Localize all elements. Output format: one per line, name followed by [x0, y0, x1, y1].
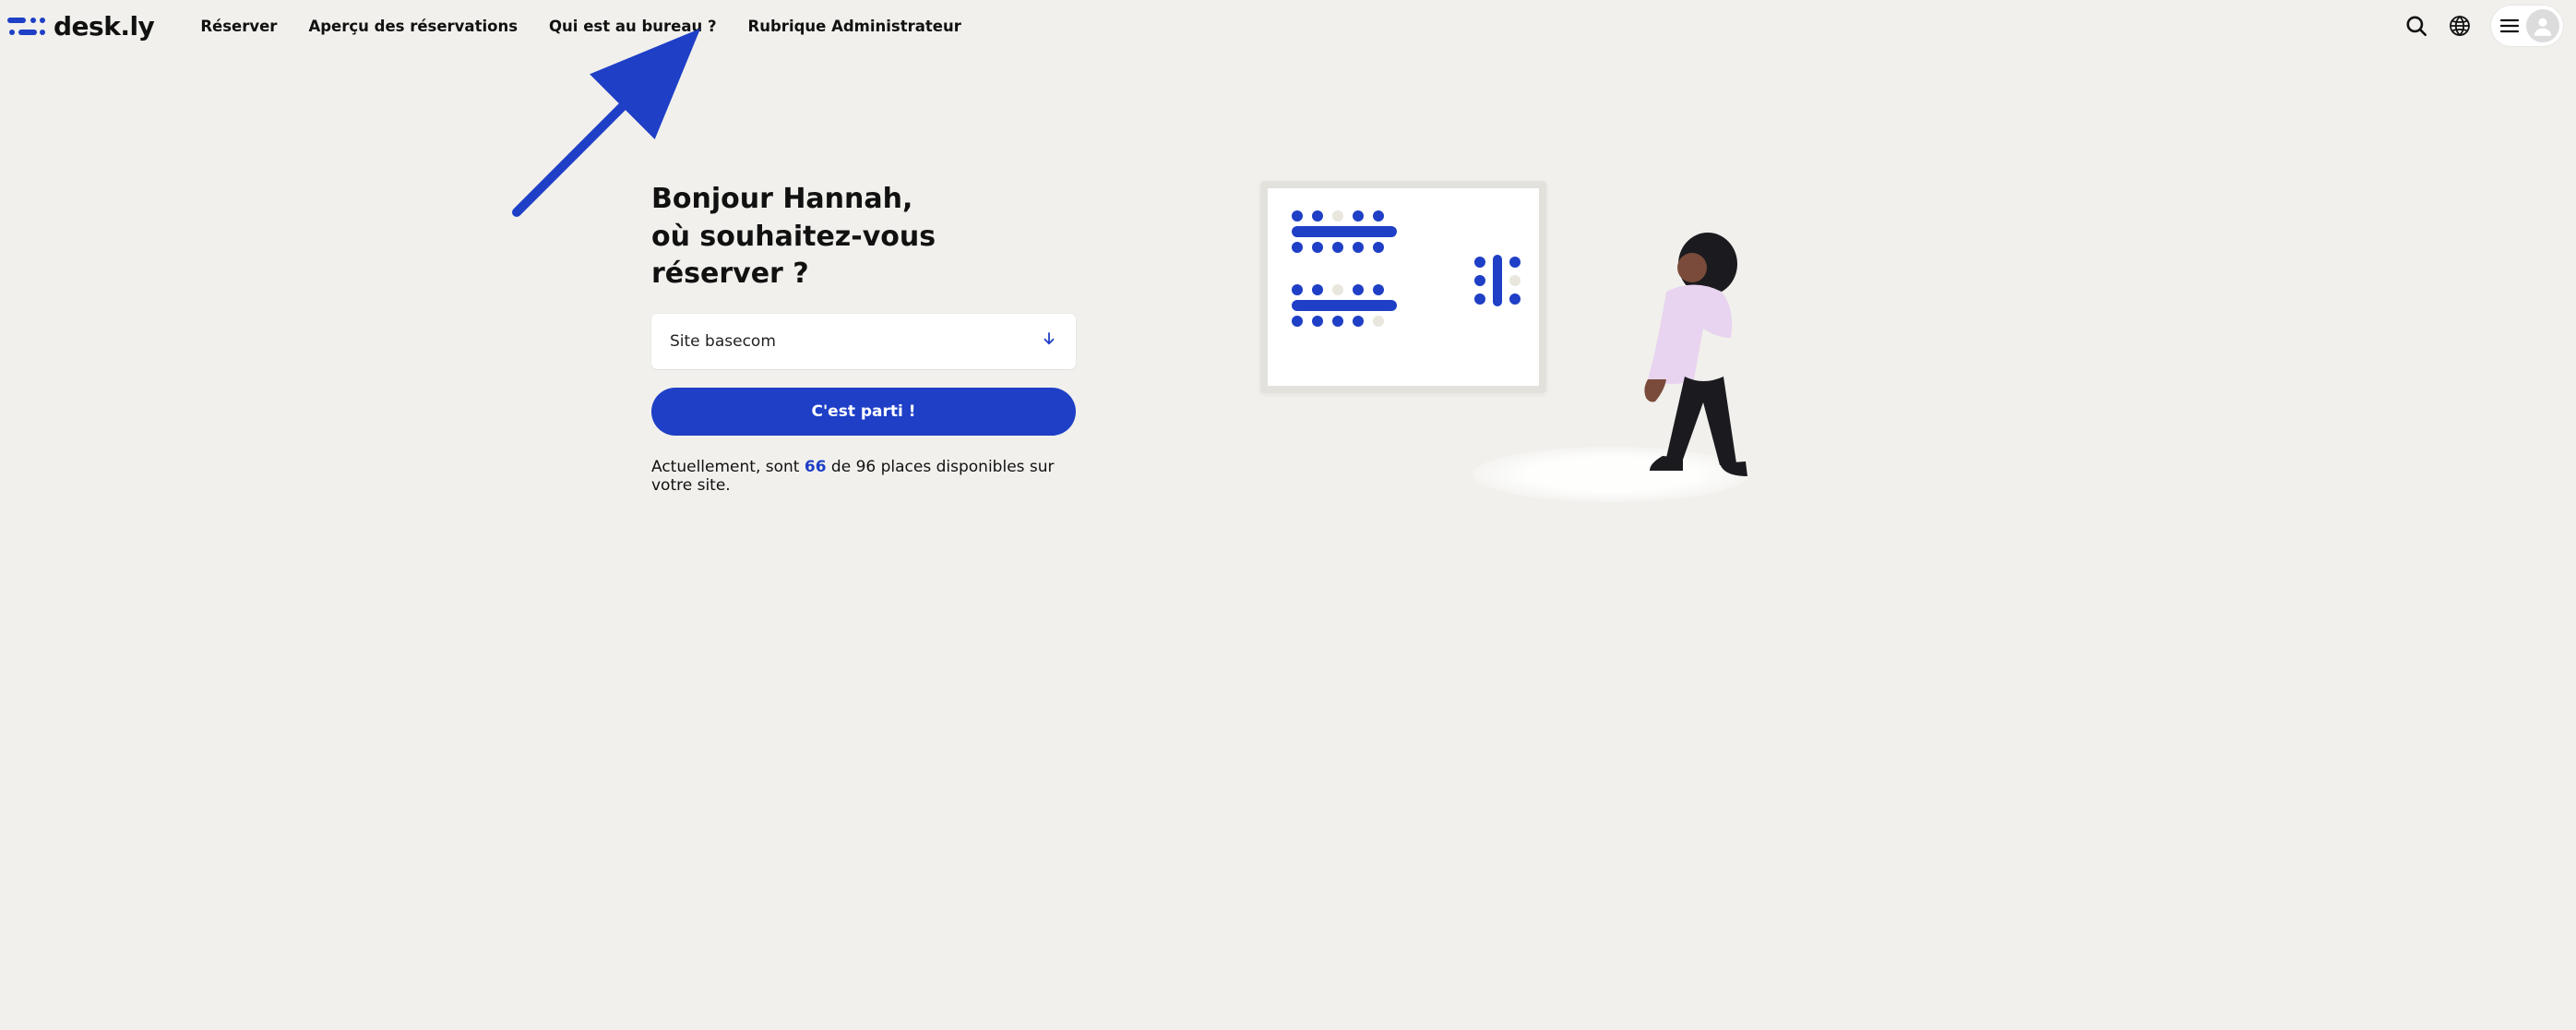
avatar-icon — [2526, 9, 2559, 42]
nav-item-admin[interactable]: Rubrique Administrateur — [748, 18, 961, 35]
app-header: desk.ly Réserver Aperçu des réservations… — [0, 0, 2576, 52]
search-icon[interactable] — [2404, 14, 2428, 38]
main-nav: Réserver Aperçu des réservations Qui est… — [200, 18, 961, 35]
user-menu[interactable] — [2491, 6, 2563, 46]
greeting-line-1: Bonjour Hannah, — [651, 183, 912, 215]
menu-icon — [2500, 18, 2519, 33]
start-button[interactable]: C'est parti ! — [651, 388, 1076, 436]
brand-mark-icon — [7, 12, 46, 40]
site-select[interactable]: Site basecom — [651, 314, 1076, 369]
nav-item-apercu[interactable]: Aperçu des réservations — [308, 18, 518, 35]
availability-status: Actuellement, sont 66 de 96 places dispo… — [651, 458, 1076, 495]
greeting-line-2: où souhaitez-vous réserver ? — [651, 221, 936, 291]
status-count: 66 — [805, 458, 827, 476]
person-walking-icon — [1611, 218, 1786, 489]
page-title: Bonjour Hannah, où souhaitez-vous réserv… — [651, 181, 1076, 293]
header-actions — [2404, 6, 2569, 46]
site-select-value: Site basecom — [670, 332, 776, 351]
hero-section: Bonjour Hannah, où souhaitez-vous réserv… — [587, 52, 1989, 550]
brand-logo[interactable]: desk.ly — [7, 11, 154, 42]
language-globe-icon[interactable] — [2449, 15, 2471, 37]
hero-illustration — [1260, 181, 1925, 513]
floorplan-icon — [1260, 181, 1546, 393]
nav-item-reserver[interactable]: Réserver — [200, 18, 277, 35]
status-prefix: Actuellement, sont — [651, 458, 805, 476]
arrow-down-icon — [1041, 330, 1057, 352]
nav-item-qui[interactable]: Qui est au bureau ? — [549, 18, 717, 35]
brand-name: desk.ly — [54, 11, 154, 42]
